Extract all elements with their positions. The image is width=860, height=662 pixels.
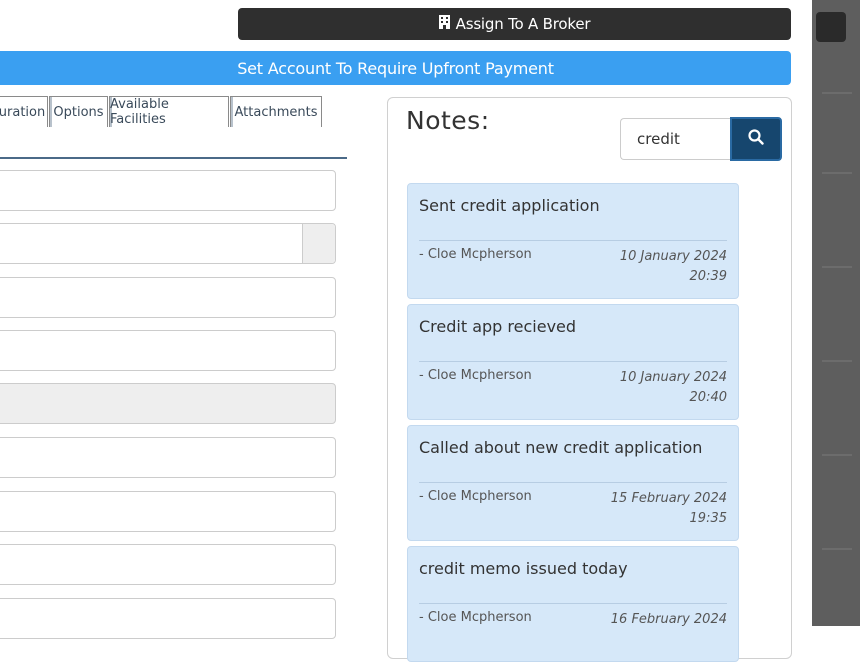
note-time: 20:39 bbox=[689, 269, 727, 284]
tab-label: uration bbox=[0, 104, 46, 120]
form-field[interactable] bbox=[0, 330, 336, 371]
tab-label: Available Facilities bbox=[110, 97, 169, 127]
note-divider bbox=[419, 240, 727, 241]
notes-title: Notes: bbox=[406, 106, 490, 135]
note-text: Called about new credit application bbox=[419, 438, 703, 457]
backdrop-line bbox=[822, 360, 852, 362]
note-time: 19:35 bbox=[689, 511, 727, 526]
notes-search-value: credit bbox=[637, 130, 680, 148]
note-time: 20:40 bbox=[689, 390, 727, 405]
form-field-readonly bbox=[0, 383, 336, 424]
form-field[interactable] bbox=[0, 598, 336, 639]
tab-label: Options bbox=[53, 104, 104, 120]
tab-configuration[interactable]: uration bbox=[0, 96, 48, 127]
note-text: Sent credit application bbox=[419, 196, 600, 215]
note-author: - Cloe Mcpherson bbox=[419, 368, 532, 383]
building-icon bbox=[438, 15, 450, 33]
form-field[interactable] bbox=[0, 437, 336, 478]
backdrop-line bbox=[822, 548, 852, 550]
tab-label: Attachments bbox=[234, 104, 318, 120]
backdrop-line bbox=[822, 92, 852, 94]
note-timestamp: 10 January 2024 20:40 bbox=[620, 368, 727, 408]
form-field[interactable] bbox=[0, 491, 336, 532]
form-field-with-addon[interactable] bbox=[0, 223, 336, 264]
note-item: Sent credit application - Cloe Mcpherson… bbox=[407, 183, 739, 299]
backdrop-line bbox=[822, 172, 852, 174]
upfront-payment-button[interactable]: Set Account To Require Upfront Payment bbox=[0, 51, 791, 85]
note-item: credit memo issued today - Cloe Mcpherso… bbox=[407, 546, 739, 662]
backdrop-element bbox=[816, 12, 846, 42]
note-date: 10 January 2024 bbox=[619, 370, 727, 385]
tabs-divider bbox=[0, 157, 347, 159]
note-text: credit memo issued today bbox=[419, 559, 628, 578]
note-item: Credit app recieved - Cloe Mcpherson 10 … bbox=[407, 304, 739, 420]
tab-options[interactable]: Options bbox=[49, 96, 108, 127]
note-date: 10 January 2024 bbox=[619, 249, 727, 264]
note-date: 15 February 2024 bbox=[610, 491, 727, 506]
note-divider bbox=[419, 361, 727, 362]
note-timestamp: 16 February 2024 bbox=[611, 610, 727, 630]
note-author: - Cloe Mcpherson bbox=[419, 247, 532, 262]
notes-search-button[interactable] bbox=[730, 117, 782, 161]
note-author: - Cloe Mcpherson bbox=[419, 610, 532, 625]
note-timestamp: 10 January 2024 20:39 bbox=[620, 247, 727, 287]
note-divider bbox=[419, 603, 727, 604]
assign-broker-label: Assign To A Broker bbox=[455, 15, 591, 33]
form-field[interactable] bbox=[0, 170, 336, 211]
search-icon bbox=[748, 129, 764, 149]
notes-search-input[interactable]: credit bbox=[620, 118, 732, 160]
note-text: Credit app recieved bbox=[419, 317, 577, 336]
note-timestamp: 15 February 2024 19:35 bbox=[611, 489, 727, 529]
assign-broker-button[interactable]: Assign To A Broker bbox=[238, 8, 791, 40]
upfront-payment-label: Set Account To Require Upfront Payment bbox=[237, 58, 554, 78]
note-author: - Cloe Mcpherson bbox=[419, 489, 532, 504]
backdrop-line bbox=[822, 266, 852, 268]
note-date: 16 February 2024 bbox=[610, 612, 727, 627]
tab-available-facilities[interactable]: Available Facilities bbox=[109, 96, 229, 127]
tab-attachments[interactable]: Attachments bbox=[230, 96, 322, 127]
note-divider bbox=[419, 482, 727, 483]
note-item: Called about new credit application - Cl… bbox=[407, 425, 739, 541]
backdrop-line bbox=[822, 454, 852, 456]
form-field[interactable] bbox=[0, 277, 336, 318]
field-addon[interactable] bbox=[302, 224, 335, 263]
form-field[interactable] bbox=[0, 544, 336, 585]
